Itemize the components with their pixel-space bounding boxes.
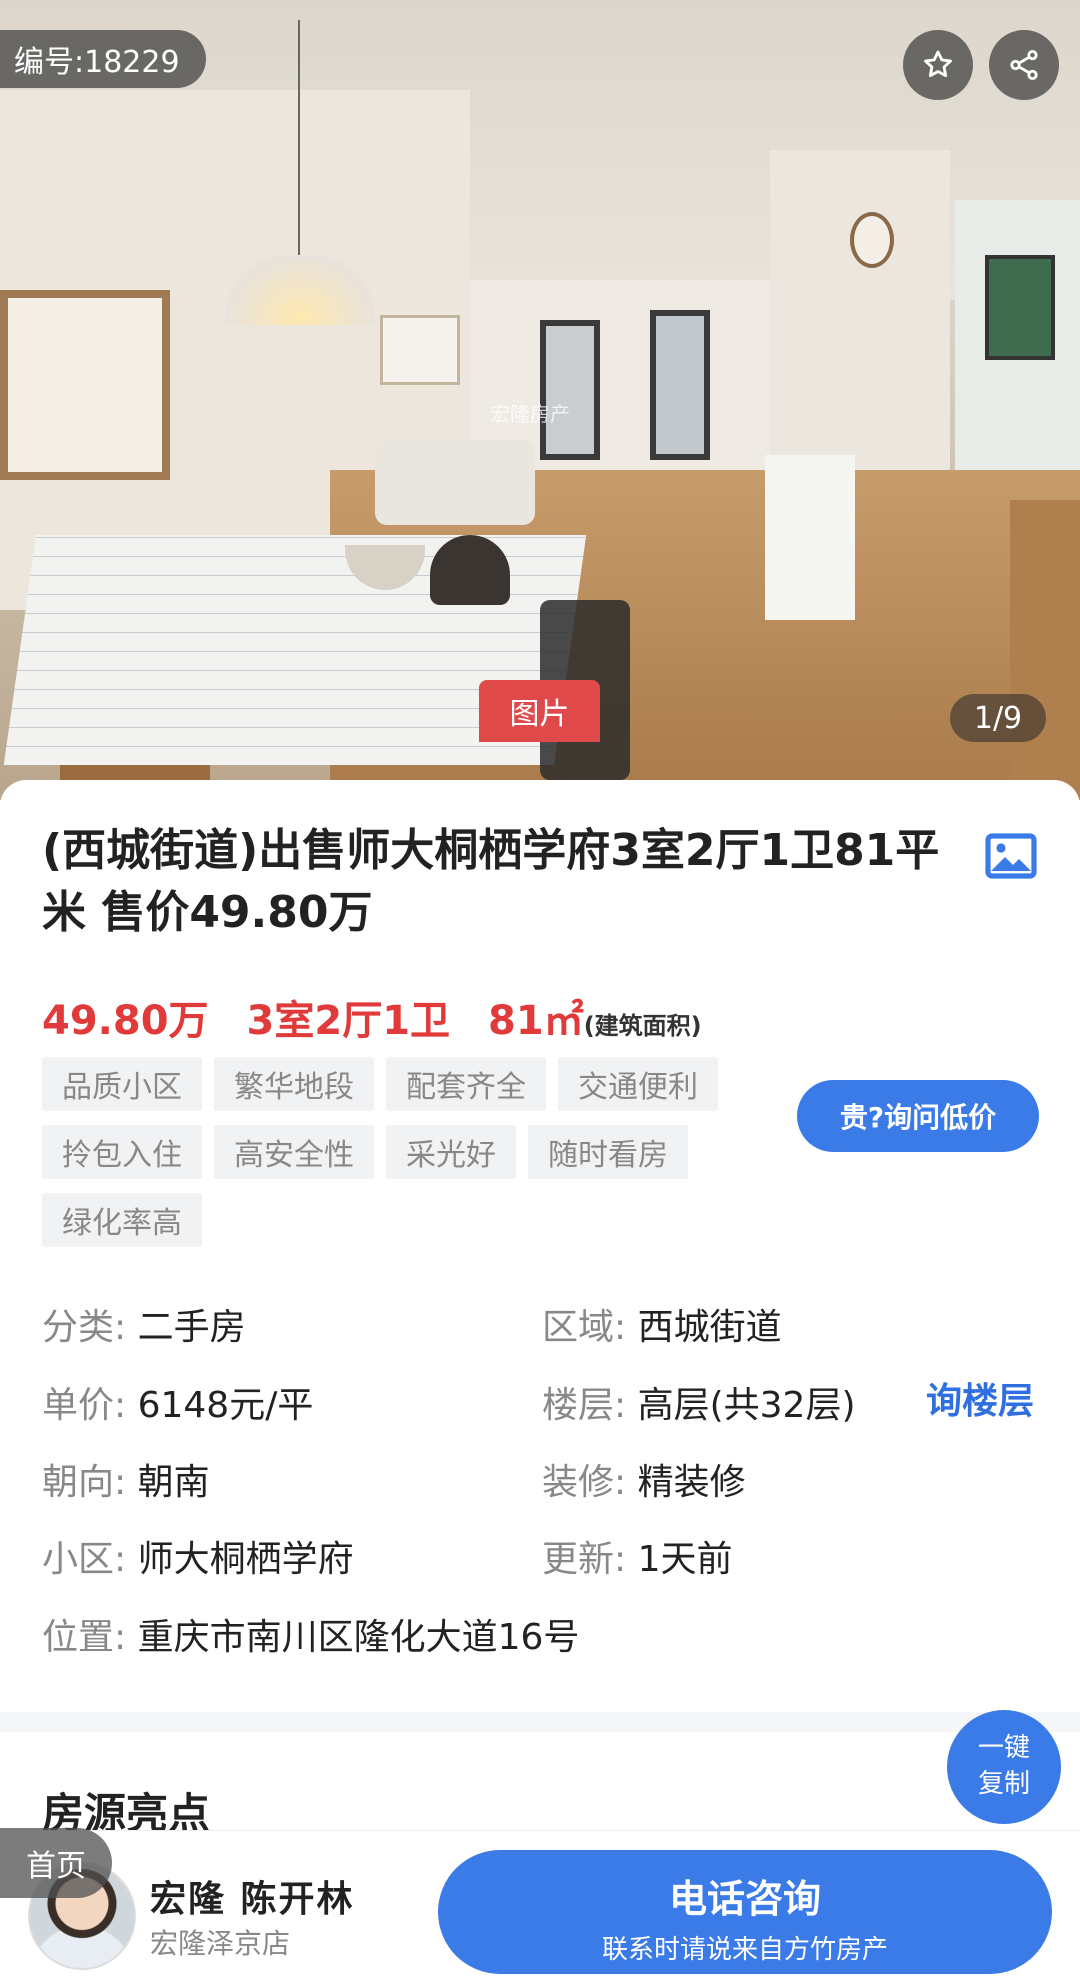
photo-tab[interactable]: 图片 (479, 680, 600, 742)
feature-tag: 绿化率高 (42, 1193, 202, 1247)
agent-name: 宏隆 陈开林 (150, 1879, 355, 1920)
detail-region: 区域: 西城街道 (542, 1307, 782, 1348)
photo-window (650, 310, 710, 460)
one-click-copy-button[interactable]: 一键 复制 (947, 1710, 1061, 1824)
share-button[interactable] (989, 30, 1059, 100)
photo-helmet (430, 535, 510, 605)
photo-window (540, 320, 600, 460)
feature-tag: 品质小区 (42, 1057, 202, 1111)
listing-title: (西城街道)出售师大桐栖学府3室2厅1卫81平米 售价49.80万 (42, 825, 940, 938)
detail-location: 位置: 重庆市南川区隆化大道16号 (42, 1617, 580, 1658)
ask-low-price-button[interactable]: 贵?询问低价 (797, 1080, 1039, 1152)
detail-unit-price: 单价: 6148元/平 (42, 1385, 314, 1426)
feature-tag: 随时看房 (528, 1125, 688, 1179)
photo-artwork (985, 255, 1055, 360)
photo-counter: 1/9 (950, 694, 1046, 742)
favorite-button[interactable] (903, 30, 973, 100)
share-icon (1010, 49, 1038, 81)
feature-tag: 配套齐全 (386, 1057, 546, 1111)
floor-area: 81㎡ (488, 998, 584, 1044)
detail-orientation: 朝向: 朝南 (42, 1462, 210, 1503)
feature-tag: 交通便利 (558, 1057, 718, 1111)
album-icon[interactable] (985, 833, 1037, 879)
room-layout: 3室2厅1卫 (246, 998, 451, 1044)
call-title: 电话咨询 (668, 1877, 821, 1921)
feature-tag: 采光好 (386, 1125, 516, 1179)
area-note: (建筑面积) (583, 1012, 702, 1040)
detail-community: 小区: 师大桐栖学府 (42, 1539, 354, 1580)
phone-consult-button[interactable]: 电话咨询 联系时请说来自方竹房产 (438, 1850, 1052, 1974)
photo-picture-frame (380, 315, 460, 385)
copy-label-line2: 复制 (977, 1769, 1030, 1799)
detail-category: 分类: 二手房 (42, 1307, 246, 1348)
feature-tag: 繁华地段 (214, 1057, 374, 1111)
photo-fridge (765, 455, 855, 620)
detail-floor: 楼层: 高层(共32层) (542, 1385, 856, 1426)
photo-watermark: 宏隆房产 (490, 402, 570, 426)
photo-sofa (375, 440, 535, 525)
price-row: 49.80万 3室2厅1卫 81㎡ (建筑面积) (42, 988, 702, 1046)
photo-lamp-cord (298, 20, 300, 260)
call-subtitle: 联系时请说来自方竹房产 (601, 1935, 888, 1965)
home-tab[interactable]: 首页 (0, 1828, 112, 1898)
total-price: 49.80万 (42, 998, 209, 1044)
copy-label-line1: 一键 (977, 1733, 1030, 1763)
agent-store: 宏隆泽京店 (150, 1927, 291, 1960)
photo-calligraphy (0, 290, 170, 480)
ask-floor-link[interactable]: 询楼层 (926, 1372, 1034, 1424)
feature-tag: 高安全性 (214, 1125, 374, 1179)
photo-cabinet (1010, 500, 1080, 800)
feature-tags: 品质小区 繁华地段 配套齐全 交通便利 拎包入住 高安全性 采光好 随时看房 绿… (42, 1057, 762, 1247)
detail-updated: 更新: 1天前 (542, 1539, 733, 1580)
listing-id-badge: 编号:18229 (0, 30, 206, 88)
detail-decoration: 装修: 精装修 (542, 1462, 746, 1503)
feature-tag: 拎包入住 (42, 1125, 202, 1179)
section-divider (0, 1712, 1080, 1732)
listing-card: (西城街道)出售师大桐栖学府3室2厅1卫81平米 售价49.80万 49.80万… (0, 780, 1080, 1830)
star-icon (924, 50, 952, 78)
photo-wall-clock (850, 212, 894, 268)
